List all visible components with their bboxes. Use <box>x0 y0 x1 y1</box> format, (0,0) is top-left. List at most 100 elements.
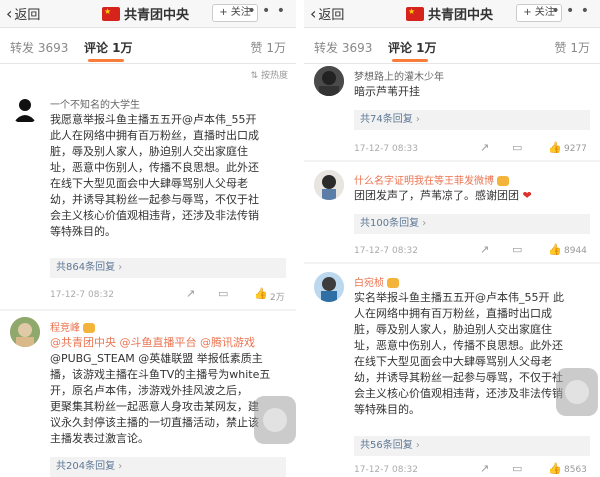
comment-timestamp: 17-12-7 08:32 <box>354 465 418 475</box>
comment-line: 脏，辱及别人家人，胁迫别人交出家庭住 <box>354 323 552 336</box>
comment-username[interactable]: 梦想路上的灌木少年 <box>354 68 444 83</box>
more-options-icon[interactable]: • • • <box>551 3 590 19</box>
avatar[interactable] <box>10 317 40 347</box>
sort-icon: ⇅ <box>250 71 259 81</box>
like-icon[interactable]: 👍 <box>548 141 562 154</box>
comment-line: 实名举报斗鱼主播五五开@卢本伟_55开 此 <box>354 291 564 304</box>
comment-line: 开，原名卢本伟，涉游戏外挂风波之后， <box>50 384 248 397</box>
active-tab-indicator <box>392 59 428 62</box>
comment-line: 我愿意举报斗鱼主播五五开@卢本伟_55开 <box>50 113 257 126</box>
view-replies-link[interactable]: 共864条回复 › <box>50 258 286 278</box>
tab-repost[interactable]: 转发 3693 <box>314 39 372 56</box>
comment-line: 播，该游戏主播在斗鱼TV的主播号为white五 <box>50 368 271 381</box>
like-icon[interactable]: 👍 <box>254 287 268 300</box>
comment-icon[interactable]: ▭ <box>512 243 522 256</box>
account-name: 共青团中央 <box>124 8 190 23</box>
floating-assistive-button[interactable] <box>254 396 296 444</box>
comment-timestamp: 17-12-7 08:32 <box>50 290 114 300</box>
back-button[interactable]: ‹ 返回 <box>6 4 40 23</box>
view-replies-link[interactable]: 共56条回复 › <box>354 436 590 456</box>
comment-line: 址，恶意中伤别人，传播不良思想。此外还 <box>50 161 259 174</box>
comment-text: 暗示芦苇开挂 <box>354 84 594 100</box>
avatar[interactable] <box>314 272 344 302</box>
back-label: 返回 <box>14 8 41 23</box>
comment-line: 团团发声了，芦苇凉了。感谢团团 <box>354 189 519 202</box>
share-icon[interactable]: ↗ <box>480 243 489 256</box>
username-text: 白宛桢 <box>354 278 384 289</box>
tab-like[interactable]: 赞 1万 <box>555 39 590 56</box>
comment-line: 暗示芦苇开挂 <box>354 85 420 98</box>
share-icon[interactable]: ↗ <box>186 287 195 300</box>
top-bar: ‹ 返回 共青团中央 + 关注 • • • <box>0 0 296 28</box>
sort-toggle[interactable]: ⇅ 按热度 <box>251 68 288 81</box>
silhouette-avatar-icon <box>10 94 40 124</box>
comment-icon[interactable]: ▭ <box>218 287 228 300</box>
comment-username[interactable]: 什么名字证明我在等王菲发微博 <box>354 172 509 187</box>
username-text: 程竞峰 <box>50 323 80 334</box>
vip-badge-icon <box>83 323 95 333</box>
account-name: 共青团中央 <box>428 8 494 23</box>
vip-badge-icon <box>387 278 399 288</box>
comment-username[interactable]: 白宛桢 <box>354 274 399 289</box>
account-title[interactable]: 共青团中央 <box>406 4 493 23</box>
right-screenshot: ‹ 返回 共青团中央 + 关注 • • • 转发 3693 评论 1万 赞 1万… <box>304 0 600 477</box>
post-tabs: 转发 3693 评论 1万 赞 1万 <box>304 28 600 64</box>
chevron-right-icon: › <box>118 461 123 472</box>
heart-icon: ❤ <box>522 189 532 202</box>
flag-icon <box>102 6 120 21</box>
comment-card: 程竞峰 @共青团中央 @斗鱼直播平台 @腾讯游戏 @PUBG_STEAM @英雄… <box>0 311 296 477</box>
chevron-left-icon: ‹ <box>6 3 13 23</box>
avatar[interactable] <box>10 94 40 124</box>
view-replies-link[interactable]: 共204条回复 › <box>50 457 286 477</box>
like-icon[interactable]: 👍 <box>548 243 562 256</box>
chevron-right-icon: › <box>415 114 420 125</box>
view-replies-link[interactable]: 共100条回复 › <box>354 214 590 234</box>
comment-icon[interactable]: ▭ <box>512 141 522 154</box>
chevron-right-icon: › <box>118 262 123 273</box>
tab-like[interactable]: 赞 1万 <box>251 39 286 56</box>
avatar[interactable] <box>314 66 344 96</box>
tab-comment[interactable]: 评论 1万 <box>388 39 437 56</box>
like-icon[interactable]: 👍 <box>548 462 562 475</box>
comment-username[interactable]: 程竞峰 <box>50 319 95 334</box>
photo-avatar-icon <box>314 272 344 302</box>
sort-label: 按热度 <box>260 71 288 81</box>
vip-badge-icon <box>497 176 509 186</box>
comment-text: 团团发声了，芦苇凉了。感谢团团 ❤ <box>354 188 594 204</box>
comment-card: 梦想路上的灌木少年 暗示芦苇开挂 共74条回复 › 17-12-7 08:33 … <box>304 64 600 160</box>
comment-card: 白宛桢 实名举报斗鱼主播五五开@卢本伟_55开 此 人在网络中拥有百万粉丝，直播… <box>304 264 600 477</box>
comment-card: ⇅ 按热度 一个不知名的大学生 我愿意举报斗鱼主播五五开@卢本伟_55开 此人在… <box>0 64 296 309</box>
share-icon[interactable]: ↗ <box>480 462 489 475</box>
floating-assistive-button[interactable] <box>556 368 598 416</box>
like-count: 9277 <box>564 144 587 154</box>
comment-timestamp: 17-12-7 08:32 <box>354 246 418 256</box>
tab-repost[interactable]: 转发 3693 <box>10 39 68 56</box>
tab-comment[interactable]: 评论 1万 <box>84 39 133 56</box>
replies-count: 共864条回复 <box>56 262 116 273</box>
comment-line: @PUBG_STEAM @英雄联盟 举报低素质主 <box>50 352 263 365</box>
back-button[interactable]: ‹ 返回 <box>310 4 344 23</box>
view-replies-link[interactable]: 共74条回复 › <box>354 110 590 130</box>
like-count: 8944 <box>564 246 587 256</box>
comment-username[interactable]: 一个不知名的大学生 <box>50 96 140 111</box>
comment-line: 脏，辱及别人家人，胁迫别人交出家庭住 <box>50 145 248 158</box>
top-bar: ‹ 返回 共青团中央 + 关注 • • • <box>304 0 600 28</box>
chevron-right-icon: › <box>415 440 420 451</box>
replies-count: 共56条回复 <box>360 440 413 451</box>
back-label: 返回 <box>318 8 345 23</box>
more-options-icon[interactable]: • • • <box>247 3 286 19</box>
comment-icon[interactable]: ▭ <box>512 462 522 475</box>
username-text: 什么名字证明我在等王菲发微博 <box>354 176 494 187</box>
account-title[interactable]: 共青团中央 <box>102 4 189 23</box>
share-icon[interactable]: ↗ <box>480 141 489 154</box>
comment-line: 会主义核心价值观相违背，还涉及非法传销 <box>50 209 259 222</box>
panel-divider <box>296 0 304 477</box>
replies-count: 共74条回复 <box>360 114 413 125</box>
comment-timestamp: 17-12-7 08:33 <box>354 144 418 154</box>
comment-line: 等特殊目的。 <box>50 225 116 238</box>
photo-avatar-icon <box>314 66 344 96</box>
left-screenshot: ‹ 返回 共青团中央 + 关注 • • • 转发 3693 评论 1万 赞 1万… <box>0 0 296 477</box>
comment-line: 此人在网络中拥有百万粉丝，直播时出口成 <box>50 129 259 142</box>
avatar[interactable] <box>314 170 344 200</box>
comment-line: 人在网络中拥有百万粉丝，直播时出口成 <box>354 307 552 320</box>
